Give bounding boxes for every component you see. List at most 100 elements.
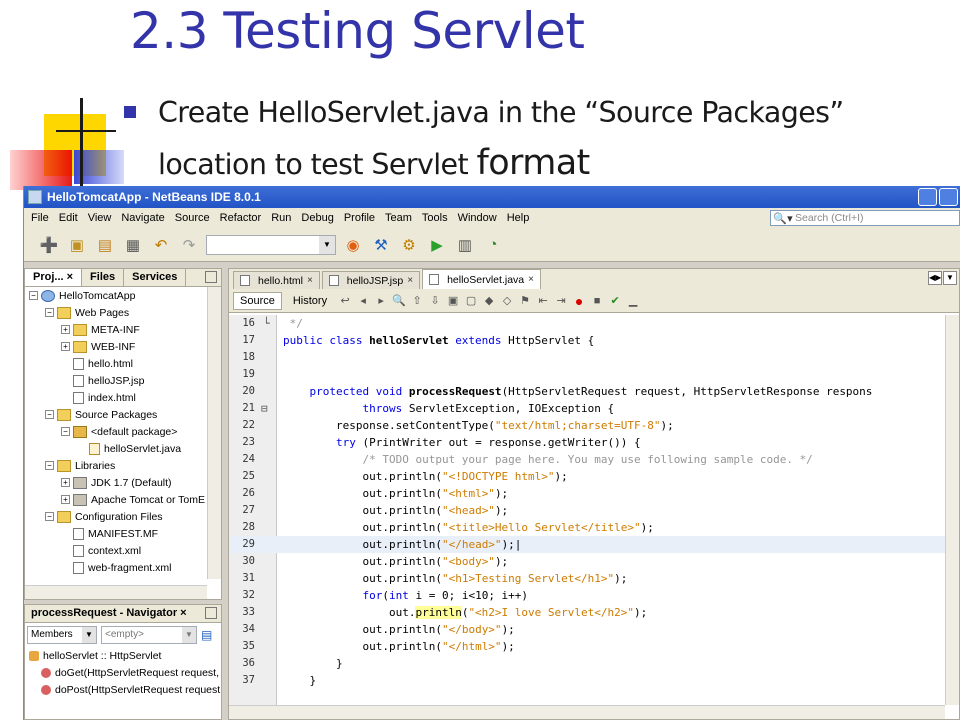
code-line[interactable]: 30 out.println("<body>"); [229, 553, 945, 570]
fold-icon[interactable]: ⊟ [261, 400, 268, 417]
tree-item[interactable]: + WEB-INF [25, 338, 221, 355]
expand-icon[interactable]: + [61, 325, 70, 334]
tree-item[interactable]: helloServlet.java [25, 440, 221, 457]
editor-tab[interactable]: helloJSP.jsp × [321, 271, 421, 289]
code-line[interactable]: 25 out.println("<!DOCTYPE html>"); [229, 468, 945, 485]
navigator-item[interactable]: helloServlet :: HttpServlet [25, 647, 221, 664]
uncomment-icon[interactable]: ▁ [626, 294, 640, 308]
menu-team[interactable]: Team [380, 212, 417, 224]
profile-icon[interactable]: ◔ [482, 234, 504, 256]
editor-vertical-scrollbar[interactable] [945, 315, 959, 705]
tree-item[interactable]: − Web Pages [25, 304, 221, 321]
code-line[interactable]: 23 try (PrintWriter out = response.getWr… [229, 434, 945, 451]
menu-run[interactable]: Run [266, 212, 296, 224]
search-icon[interactable]: 🔍▾ [771, 212, 795, 225]
tree-horizontal-scrollbar[interactable] [25, 585, 207, 599]
previous-bookmark-icon[interactable]: ◆ [482, 294, 496, 308]
find-previous-icon[interactable]: ⇧ [410, 294, 424, 308]
filter-combo[interactable]: <empty> ▼ [101, 626, 197, 644]
clean-build-icon[interactable]: ⚒ [370, 234, 392, 256]
code-line[interactable]: 24 /* TODO output your page here. You ma… [229, 451, 945, 468]
tree-item[interactable]: − HelloTomcatApp [25, 287, 221, 304]
source-tab[interactable]: Source [233, 291, 282, 310]
window-titlebar[interactable]: HelloTomcatApp - NetBeans IDE 8.0.1 [24, 186, 960, 208]
code-line[interactable]: 31 out.println("<h1>Testing Servlet</h1>… [229, 570, 945, 587]
code-line[interactable]: 29 out.println("</head>");| [229, 536, 945, 553]
navigator-item[interactable]: doPost(HttpServletRequest request [25, 681, 221, 698]
shift-right-icon[interactable]: ⇥ [554, 294, 568, 308]
code-line[interactable]: 17 public class helloServlet extends Http… [229, 332, 945, 349]
code-line[interactable]: 28 out.println("<title>Hello Servlet</ti… [229, 519, 945, 536]
undo-icon[interactable]: ↶ [150, 234, 172, 256]
collapse-icon[interactable]: − [45, 410, 54, 419]
tree-item[interactable]: web-fragment.xml [25, 576, 221, 579]
menu-file[interactable]: File [26, 212, 54, 224]
tab-projects[interactable]: Proj... × [25, 269, 83, 286]
menu-source[interactable]: Source [170, 212, 215, 224]
menu-tools[interactable]: Tools [417, 212, 453, 224]
code-line[interactable]: 22 response.setContentType("text/html;ch… [229, 417, 945, 434]
new-file-icon[interactable]: ➕ [38, 234, 60, 256]
run-icon[interactable]: ▶ [426, 234, 448, 256]
code-line[interactable]: 32 for(int i = 0; i<10; i++) [229, 587, 945, 604]
filter-options-icon[interactable]: ▤ [201, 628, 212, 642]
new-project-icon[interactable]: ▣ [66, 234, 88, 256]
browser-icon[interactable]: ◉ [342, 234, 364, 256]
code-line[interactable]: 36 } [229, 655, 945, 672]
minimize-button[interactable] [918, 188, 937, 206]
close-icon[interactable]: × [307, 275, 313, 286]
menu-navigate[interactable]: Navigate [116, 212, 169, 224]
collapse-icon[interactable]: − [45, 512, 54, 521]
code-line[interactable]: 21 throws ServletException, IOException … [229, 400, 945, 417]
collapse-icon[interactable]: − [45, 461, 54, 470]
tree-item[interactable]: − Configuration Files [25, 508, 221, 525]
menu-debug[interactable]: Debug [296, 212, 338, 224]
tree-item[interactable]: context.xml [25, 542, 221, 559]
tree-item[interactable]: + META-INF [25, 321, 221, 338]
close-icon[interactable]: × [407, 275, 413, 286]
tree-item[interactable]: MANIFEST.MF [25, 525, 221, 542]
save-all-icon[interactable]: ▦ [122, 234, 144, 256]
code-line[interactable]: 35 out.println("</html>"); [229, 638, 945, 655]
code-line[interactable]: 26 out.println("<html>"); [229, 485, 945, 502]
find-icon[interactable]: 🔍 [392, 294, 406, 308]
tree-vertical-scrollbar[interactable] [207, 287, 221, 579]
menu-view[interactable]: View [83, 212, 117, 224]
editor-tab[interactable]: helloServlet.java × [422, 269, 541, 289]
code-line[interactable]: 37 } [229, 672, 945, 689]
minimize-pane-icon[interactable] [205, 607, 217, 619]
menu-help[interactable]: Help [502, 212, 535, 224]
tree-item[interactable]: index.html [25, 389, 221, 406]
next-bookmark-icon[interactable]: ◇ [500, 294, 514, 308]
code-line[interactable]: 27 out.println("<head>"); [229, 502, 945, 519]
comment-icon[interactable]: ✔ [608, 294, 622, 308]
code-line[interactable]: 20 protected void processRequest(HttpSer… [229, 383, 945, 400]
members-combo[interactable]: Members ▼ [27, 626, 97, 644]
toggle-highlight-icon[interactable]: ▣ [446, 294, 460, 308]
expand-icon[interactable]: + [61, 342, 70, 351]
start-macro-icon[interactable]: ● [572, 294, 586, 308]
history-tab[interactable]: History [286, 292, 334, 310]
shift-left-icon[interactable]: ⇤ [536, 294, 550, 308]
forward-icon[interactable]: ▸ [374, 294, 388, 308]
debug-icon[interactable]: ▥ [454, 234, 476, 256]
last-edit-icon[interactable]: ↩ [338, 294, 352, 308]
navigator-item[interactable]: doGet(HttpServletRequest request, [25, 664, 221, 681]
build-icon[interactable]: ⚙ [398, 234, 420, 256]
tab-services[interactable]: Services [124, 269, 187, 286]
toggle-rect-selection-icon[interactable]: ▢ [464, 294, 478, 308]
tree-item[interactable]: helloJSP.jsp [25, 372, 221, 389]
toggle-bookmark-icon[interactable]: ⚑ [518, 294, 532, 308]
expand-icon[interactable]: + [61, 495, 70, 504]
editor-tab[interactable]: hello.html × [233, 271, 320, 289]
navigator-title[interactable]: processRequest - Navigator × [31, 607, 187, 619]
menu-window[interactable]: Window [453, 212, 502, 224]
menu-refactor[interactable]: Refactor [215, 212, 267, 224]
menu-profile[interactable]: Profile [339, 212, 380, 224]
tab-files[interactable]: Files [82, 269, 125, 286]
collapse-icon[interactable]: − [45, 308, 54, 317]
tree-item[interactable]: − Source Packages [25, 406, 221, 423]
tab-list-icon[interactable]: ▼ [943, 271, 957, 285]
minimize-pane-icon[interactable] [205, 271, 217, 283]
tree-item[interactable]: + Apache Tomcat or TomE [25, 491, 221, 508]
